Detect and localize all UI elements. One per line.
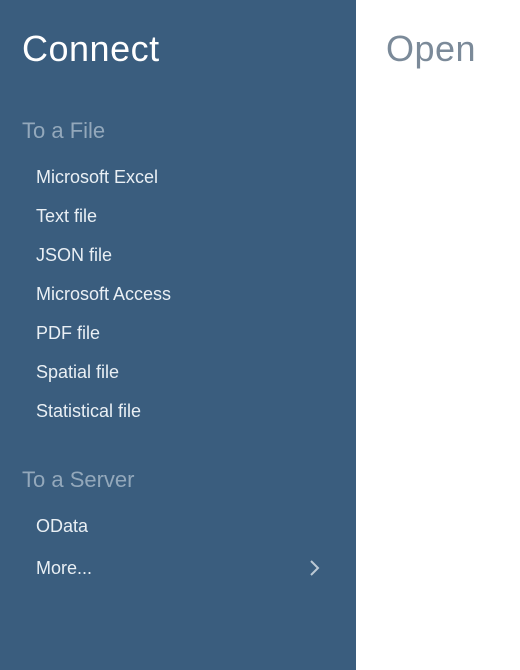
connect-item-label: Spatial file [36, 362, 119, 383]
connect-server-section: To a Server OData More... [22, 467, 334, 590]
connect-item-spatial-file[interactable]: Spatial file [22, 353, 334, 392]
connect-item-label: JSON file [36, 245, 112, 266]
connect-item-label: More... [36, 558, 92, 579]
chevron-right-icon [302, 555, 328, 581]
connect-item-label: OData [36, 516, 88, 537]
open-title: Open [386, 28, 520, 70]
connect-panel: Connect To a File Microsoft Excel Text f… [0, 0, 356, 670]
connect-item-odata[interactable]: OData [22, 507, 334, 546]
connect-file-header: To a File [22, 118, 334, 144]
connect-item-microsoft-excel[interactable]: Microsoft Excel [22, 158, 334, 197]
open-panel: Open [356, 0, 520, 670]
connect-file-section: To a File Microsoft Excel Text file JSON… [22, 118, 334, 431]
connect-title: Connect [22, 28, 334, 70]
connect-item-label: PDF file [36, 323, 100, 344]
connect-item-statistical-file[interactable]: Statistical file [22, 392, 334, 431]
connect-item-label: Text file [36, 206, 97, 227]
connect-item-text-file[interactable]: Text file [22, 197, 334, 236]
connect-item-more[interactable]: More... [22, 546, 334, 590]
connect-item-json-file[interactable]: JSON file [22, 236, 334, 275]
connect-item-pdf-file[interactable]: PDF file [22, 314, 334, 353]
connect-server-header: To a Server [22, 467, 334, 493]
connect-item-microsoft-access[interactable]: Microsoft Access [22, 275, 334, 314]
connect-item-label: Statistical file [36, 401, 141, 422]
connect-item-label: Microsoft Excel [36, 167, 158, 188]
connect-item-label: Microsoft Access [36, 284, 171, 305]
